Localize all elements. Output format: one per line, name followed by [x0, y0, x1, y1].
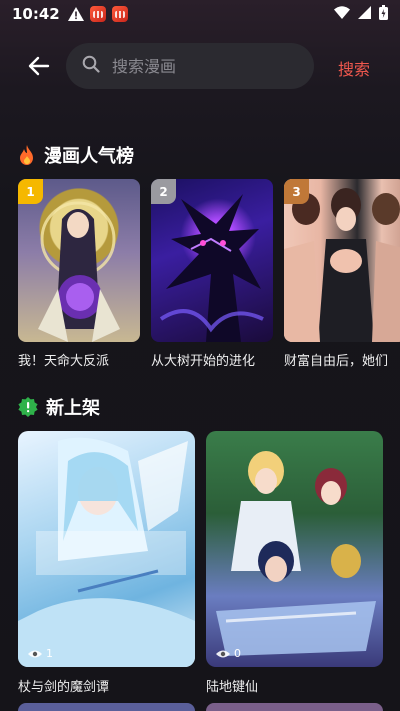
eye-icon [216, 650, 230, 657]
search-header: 搜索 [0, 42, 400, 90]
new-badge-icon [18, 397, 38, 417]
view-count: 1 [28, 647, 53, 660]
view-count-value: 0 [234, 647, 241, 660]
eye-icon [28, 650, 42, 657]
new-item[interactable]: 1 杖与剑的魔剑谭 [18, 431, 195, 695]
hot-list: 1 我！天命大反派 2 从大树开始的进化 3 财富自由后，她们 [18, 179, 400, 369]
next-row-peek [18, 703, 400, 711]
section-title: 新上架 [46, 398, 100, 419]
view-count-value: 1 [46, 647, 53, 660]
comic-title: 财富自由后，她们 [284, 354, 389, 369]
status-bar: 10:42 [0, 0, 400, 28]
comic-cover: 3 [284, 179, 400, 342]
rank-badge: 1 [18, 179, 43, 204]
comic-cover: 2 [151, 179, 273, 342]
search-box[interactable] [66, 43, 314, 89]
signal-icon [358, 5, 371, 23]
wifi-icon [334, 5, 350, 23]
app-notification-icon [111, 6, 128, 22]
comic-cover: 1 [18, 179, 140, 342]
hot-item[interactable]: 1 我！天命大反派 [18, 179, 140, 369]
section-title: 漫画人气榜 [44, 146, 134, 167]
comic-cover: 0 [206, 431, 383, 667]
new-section-header: 新上架 [18, 394, 100, 420]
comic-title: 从大树开始的进化 [151, 354, 256, 369]
search-icon [82, 55, 100, 77]
battery-icon [379, 4, 388, 24]
back-button[interactable] [26, 54, 52, 78]
comic-cover[interactable] [18, 703, 195, 711]
hot-section-header: 漫画人气榜 [18, 142, 134, 168]
rank-badge: 2 [151, 179, 176, 204]
warning-icon [67, 7, 84, 21]
comic-cover: 1 [18, 431, 195, 667]
rank-badge: 3 [284, 179, 309, 204]
hot-item[interactable]: 2 从大树开始的进化 [151, 179, 273, 369]
new-item[interactable]: 0 陆地键仙 [206, 431, 383, 695]
status-time: 10:42 [12, 5, 60, 23]
new-list: 1 杖与剑的魔剑谭 0 陆地键仙 [18, 431, 400, 701]
search-input[interactable] [112, 56, 292, 76]
fire-icon [18, 145, 36, 165]
hot-item[interactable]: 3 财富自由后，她们 [284, 179, 400, 369]
app-notification-icon [89, 6, 106, 22]
search-button[interactable]: 搜索 [338, 56, 370, 80]
view-count: 0 [216, 647, 241, 660]
arrow-left-icon [28, 56, 50, 76]
comic-title: 杖与剑的魔剑谭 [18, 680, 110, 695]
comic-title: 我！天命大反派 [18, 354, 110, 369]
comic-title: 陆地键仙 [206, 680, 259, 695]
comic-cover[interactable] [206, 703, 383, 711]
